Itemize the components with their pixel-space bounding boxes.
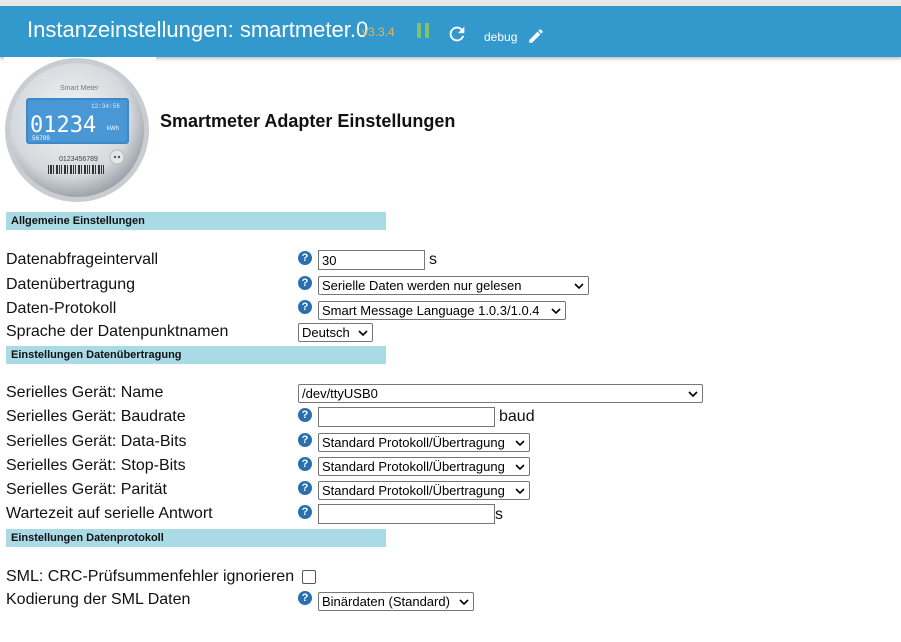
help-icon[interactable]: ? <box>298 481 312 495</box>
parity-select[interactable]: Standard Protokoll/Übertragung <box>318 481 530 500</box>
help-icon[interactable]: ? <box>298 300 312 314</box>
baud-input[interactable] <box>318 407 495 427</box>
interval-input[interactable] <box>318 250 425 270</box>
device-select-value: /dev/ttyUSB0 <box>302 386 378 401</box>
device-label: Serielles Gerät: Name <box>6 384 164 401</box>
protocol-select[interactable]: Smart Message Language 1.0.3/1.0.4 <box>318 301 566 320</box>
help-icon[interactable]: ? <box>298 505 312 519</box>
crc-checkbox[interactable] <box>302 570 316 584</box>
chevron-down-icon <box>551 308 561 315</box>
help-icon[interactable]: ? <box>298 408 312 422</box>
pause-icon[interactable] <box>417 23 430 38</box>
protocol-label: Daten-Protokoll <box>6 300 117 317</box>
device-select[interactable]: /dev/ttyUSB0 <box>298 384 703 403</box>
reload-icon[interactable] <box>446 23 468 45</box>
transfer-select-value: Serielle Daten werden nur gelesen <box>322 278 522 293</box>
encoding-select-value: Binärdaten (Standard) <box>322 594 450 609</box>
help-icon[interactable]: ? <box>298 433 312 447</box>
edit-pencil-icon[interactable] <box>527 27 545 45</box>
language-select-value: Deutsch <box>302 325 350 340</box>
chevron-down-icon <box>515 464 525 471</box>
logo-serial: 0123456789 <box>59 156 98 163</box>
logo-unit: kWh <box>107 126 119 132</box>
language-select[interactable]: Deutsch <box>298 323 373 342</box>
encoding-select[interactable]: Binärdaten (Standard) <box>318 592 474 611</box>
interval-unit: s <box>429 251 437 268</box>
log-level-label: debug <box>484 30 518 44</box>
window-title: Instanzeinstellungen: smartmeter.0 <box>27 17 369 42</box>
databits-label: Serielles Gerät: Data-Bits <box>6 433 187 450</box>
transfer-select[interactable]: Serielle Daten werden nur gelesen <box>318 276 589 295</box>
help-icon[interactable]: ? <box>298 251 312 265</box>
stopbits-label: Serielles Gerät: Stop-Bits <box>6 457 186 474</box>
logo-time: 12:34:56 <box>91 103 120 110</box>
logo-brand: Smart Meter <box>60 85 99 92</box>
help-icon[interactable]: ? <box>298 457 312 471</box>
language-label: Sprache der Datenpunktnamen <box>6 323 229 340</box>
databits-select[interactable]: Standard Protokoll/Übertragung <box>318 433 530 452</box>
chevron-down-icon <box>515 440 525 447</box>
encoding-label: Kodierung der SML Daten <box>6 591 191 608</box>
wait-label: Wartezeit auf serielle Antwort <box>6 505 213 522</box>
wait-input[interactable] <box>318 504 495 524</box>
protocol-select-value: Smart Message Language 1.0.3/1.0.4 <box>322 303 540 318</box>
page-heading: Smartmeter Adapter Einstellungen <box>160 111 456 131</box>
chevron-down-icon <box>688 391 698 398</box>
transfer-label: Datenübertragung <box>6 276 135 293</box>
interval-label: Datenabfrageintervall <box>6 251 159 268</box>
logo-sub-reading: 56789 <box>32 135 50 142</box>
smart-meter-logo: Smart Meter 12:34:56 01234 kWh 56789 012… <box>4 57 156 202</box>
crc-label: SML: CRC-Prüfsummenfehler ignorieren <box>6 568 295 585</box>
section-protocol: Einstellungen Datenprotokoll <box>6 529 386 547</box>
parity-label: Serielles Gerät: Parität <box>6 481 167 498</box>
stopbits-select-value: Standard Protokoll/Übertragung <box>322 459 505 474</box>
databits-select-value: Standard Protokoll/Übertragung <box>322 435 505 450</box>
section-general: Allgemeine Einstellungen <box>6 212 386 230</box>
baud-unit: baud <box>499 408 535 425</box>
chevron-down-icon <box>358 330 368 337</box>
baud-label: Serielles Gerät: Baudrate <box>6 408 186 425</box>
version-badge: v3.3.4 <box>362 25 395 39</box>
chevron-down-icon <box>515 488 525 495</box>
chevron-down-icon <box>574 283 584 290</box>
help-icon[interactable]: ? <box>298 276 312 290</box>
wait-unit: s <box>495 506 503 523</box>
help-icon[interactable]: ? <box>298 591 312 605</box>
parity-select-value: Standard Protokoll/Übertragung <box>322 483 505 498</box>
instance-settings-header: Instanzeinstellungen: smartmeter.0 v3.3.… <box>0 0 901 57</box>
chevron-down-icon <box>459 599 469 606</box>
section-transfer: Einstellungen Datenübertragung <box>6 346 386 364</box>
stopbits-select[interactable]: Standard Protokoll/Übertragung <box>318 457 530 476</box>
